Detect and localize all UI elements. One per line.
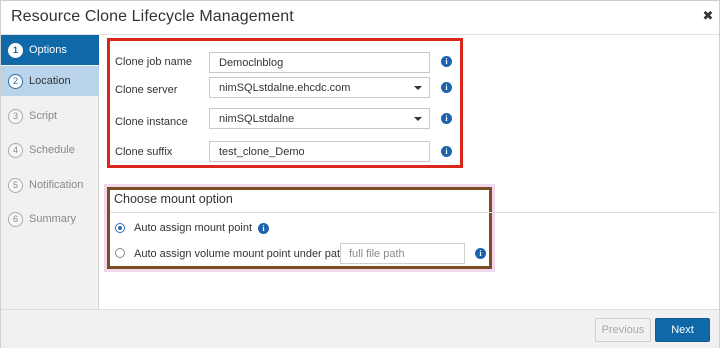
chevron-down-icon: [414, 86, 422, 90]
step-label: Schedule: [29, 144, 75, 156]
sidebar-step-summary[interactable]: 6 Summary: [1, 204, 99, 234]
step-label: Options: [29, 44, 67, 56]
auto-assign-mount-radio[interactable]: [115, 223, 125, 233]
title-bar: Resource Clone Lifecycle Management ✖: [1, 1, 719, 35]
sidebar-step-location[interactable]: 2 Location: [1, 66, 99, 96]
step-label: Location: [29, 75, 71, 87]
dialog: Resource Clone Lifecycle Management ✖ 1 …: [0, 0, 720, 348]
clone-server-value: nimSQLstdalne.ehcdc.com: [219, 82, 351, 94]
close-icon[interactable]: ✖: [701, 8, 715, 24]
mount-option-title: Choose mount option: [114, 192, 233, 206]
clone-server-select[interactable]: nimSQLstdalne.ehcdc.com: [209, 77, 430, 98]
clone-suffix-label: Clone suffix: [115, 146, 173, 158]
info-icon[interactable]: i: [258, 223, 269, 234]
clone-instance-select[interactable]: nimSQLstdalne: [209, 108, 430, 129]
clone-job-name-input[interactable]: [209, 52, 430, 73]
step-label: Summary: [29, 213, 77, 225]
dialog-title: Resource Clone Lifecycle Management: [11, 8, 294, 25]
previous-button[interactable]: Previous: [595, 318, 651, 342]
step-number: 4: [8, 143, 23, 158]
step-number: 6: [8, 212, 23, 227]
auto-assign-mount-label: Auto assign mount point: [134, 222, 253, 234]
info-icon[interactable]: i: [441, 146, 452, 157]
chevron-down-icon: [414, 117, 422, 121]
clone-instance-label: Clone instance: [115, 116, 188, 128]
info-icon[interactable]: i: [441, 113, 452, 124]
mount-path-input[interactable]: [340, 243, 465, 264]
sidebar-step-schedule[interactable]: 4 Schedule: [1, 135, 99, 165]
auto-volume-mount-radio[interactable]: [115, 248, 125, 258]
next-button[interactable]: Next: [655, 318, 710, 342]
step-number: 1: [8, 43, 23, 58]
clone-server-label: Clone server: [115, 84, 178, 96]
info-icon[interactable]: i: [441, 82, 452, 93]
sidebar-step-options[interactable]: 1 Options: [1, 35, 99, 65]
step-label: Script: [29, 110, 58, 122]
step-label: Notification: [29, 179, 84, 191]
clone-suffix-input[interactable]: [209, 141, 430, 162]
auto-volume-mount-label: Auto assign volume mount point under pat…: [134, 248, 347, 260]
step-number: 5: [8, 178, 23, 193]
clone-job-name-label: Clone job name: [115, 56, 193, 68]
step-number: 2: [8, 74, 23, 89]
info-icon[interactable]: i: [441, 56, 452, 67]
section-divider: [110, 212, 717, 213]
step-number: 3: [8, 109, 23, 124]
sidebar-step-script[interactable]: 3 Script: [1, 101, 99, 131]
sidebar-step-notification[interactable]: 5 Notification: [1, 170, 99, 200]
info-icon[interactable]: i: [475, 248, 486, 259]
clone-instance-value: nimSQLstdalne: [219, 113, 295, 125]
wizard-sidebar: 1 Options 2 Location 3 Script 4 Schedule…: [1, 35, 99, 309]
